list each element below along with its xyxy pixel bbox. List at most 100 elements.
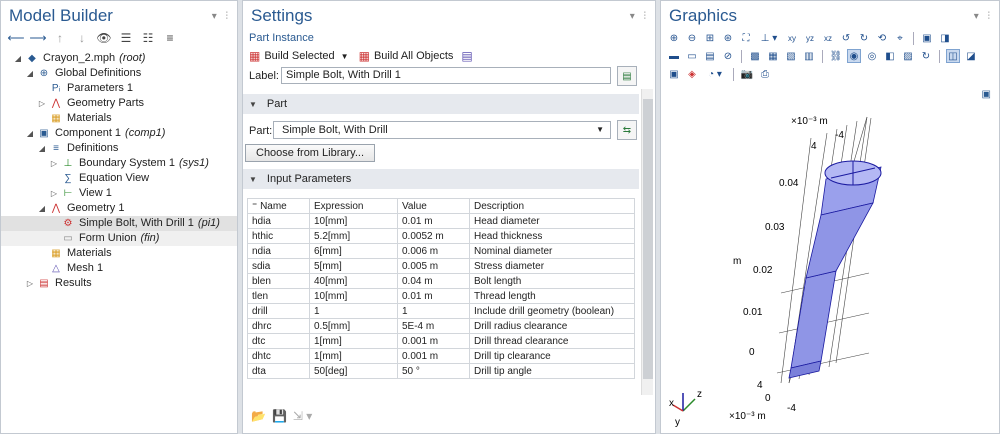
table-row[interactable]: tlen 10[mm] 0.01 m Thread length bbox=[247, 288, 635, 304]
table-row[interactable]: sdia 5[mm] 0.005 m Stress diameter bbox=[247, 258, 635, 274]
table-row[interactable]: blen 40[mm] 0.04 m Bolt length bbox=[247, 273, 635, 289]
table-cell[interactable]: 5.2[mm] bbox=[309, 228, 398, 244]
panel-menu-icon[interactable]: ▾ ⫶ bbox=[974, 11, 993, 22]
zoom-box-icon[interactable]: ⊞ bbox=[703, 31, 717, 45]
table-cell[interactable]: 40[mm] bbox=[309, 273, 398, 289]
invert-selection-icon[interactable]: ▧ bbox=[784, 49, 798, 63]
table-cell[interactable]: 10[mm] bbox=[309, 213, 398, 229]
tree-expand-arrow-icon[interactable]: ▷ bbox=[25, 276, 35, 291]
clear-selection-icon[interactable]: ▩ bbox=[748, 49, 762, 63]
tree-node[interactable]: ▷ ⊢ View 1 bbox=[1, 186, 237, 201]
expand-all-icon[interactable]: ☰ bbox=[119, 31, 133, 45]
tree-expand-arrow-icon[interactable]: ▷ bbox=[49, 186, 59, 201]
zoom-selected-icon[interactable]: ⊛ bbox=[721, 31, 735, 45]
wireframe-icon[interactable]: ⛓ bbox=[829, 49, 843, 63]
table-cell[interactable]: 1[mm] bbox=[309, 333, 398, 349]
tree-node[interactable]: △ Mesh 1 bbox=[1, 261, 237, 276]
tree-expand-arrow-icon[interactable]: ◢ bbox=[37, 201, 47, 216]
axis-orientation-icon[interactable]: ⊥ ▾ bbox=[757, 31, 781, 45]
lighting-icon[interactable]: ◧ bbox=[883, 49, 897, 63]
view-xz-icon[interactable]: xz bbox=[821, 31, 835, 45]
label-input[interactable]: Simple Bolt, With Drill 1 bbox=[281, 67, 611, 84]
tree-node[interactable]: ◢ ≡ Definitions bbox=[1, 141, 237, 156]
table-cell[interactable]: 1[mm] bbox=[309, 348, 398, 364]
table-cell[interactable]: 1 bbox=[309, 303, 398, 319]
table-row[interactable]: drill 1 1 Include drill geometry (boolean) bbox=[247, 303, 635, 319]
part-section-header[interactable]: ▼ Part bbox=[243, 94, 639, 114]
table-options-icon[interactable]: ▤ bbox=[461, 49, 472, 63]
column-header[interactable]: ⁼ Name bbox=[247, 198, 310, 214]
table-cell[interactable]: 5[mm] bbox=[309, 258, 398, 274]
scene-light-icon[interactable]: ▨ bbox=[901, 49, 915, 63]
zoom-in-icon[interactable]: ⊕ bbox=[667, 31, 681, 45]
tree-node[interactable]: ⚙ Simple Bolt, With Drill 1 (pi1) bbox=[1, 216, 237, 231]
table-cell[interactable]: 10[mm] bbox=[309, 288, 398, 304]
table-row[interactable]: dtc 1[mm] 0.001 m Drill thread clearance bbox=[247, 333, 635, 349]
sort-icon[interactable]: ⁼ bbox=[252, 201, 260, 212]
choose-from-library-button[interactable]: Choose from Library... bbox=[245, 144, 376, 162]
table-row[interactable]: ndia 6[mm] 0.006 m Nominal diameter bbox=[247, 243, 635, 259]
tree-node[interactable]: ▦ Materials bbox=[1, 246, 237, 261]
tree-options-icon[interactable]: ≡ bbox=[163, 31, 177, 45]
build-selected-button[interactable]: Build Selected bbox=[264, 50, 334, 62]
tree-node[interactable]: Pᵢ Parameters 1 bbox=[1, 81, 237, 96]
build-all-button[interactable]: Build All Objects bbox=[374, 50, 453, 62]
select-edges-icon[interactable]: ▭ bbox=[685, 49, 699, 63]
select-points-icon[interactable]: ▤ bbox=[703, 49, 717, 63]
table-row[interactable]: dhrc 0.5[mm] 5E-4 m Drill radius clearance bbox=[247, 318, 635, 334]
reset-view-icon[interactable]: ⟲ bbox=[875, 31, 889, 45]
axis-icon[interactable]: ◪ bbox=[964, 49, 978, 63]
image-icon[interactable]: ▣ bbox=[667, 67, 681, 81]
tree-node[interactable]: ▷ ▤ Results bbox=[1, 276, 237, 291]
move-down-icon[interactable]: ↓ bbox=[75, 31, 89, 45]
print-icon[interactable]: ⎙ bbox=[758, 67, 772, 81]
tree-expand-arrow-icon[interactable]: ◢ bbox=[37, 141, 47, 156]
show-physics-icon[interactable]: ◈ bbox=[685, 67, 699, 81]
zoom-extents-icon[interactable]: ⛶ bbox=[739, 31, 753, 45]
part-select[interactable]: Simple Bolt, With Drill ▼ bbox=[273, 121, 611, 139]
tree-node[interactable]: ◢ ▣ Component 1 (comp1) bbox=[1, 126, 237, 141]
scrollbar-thumb[interactable] bbox=[643, 99, 653, 379]
settings-scrollbar[interactable] bbox=[641, 89, 653, 395]
column-header[interactable]: Description bbox=[469, 198, 635, 214]
hide-icon[interactable]: ▥ bbox=[802, 49, 816, 63]
save-icon[interactable]: 💾 bbox=[272, 409, 287, 423]
table-cell[interactable]: 6[mm] bbox=[309, 243, 398, 259]
column-header[interactable]: Value bbox=[397, 198, 470, 214]
bolt-model[interactable] bbox=[788, 160, 882, 379]
label-edit-button[interactable]: ▤ bbox=[617, 66, 637, 86]
tree-node[interactable]: ▦ Materials bbox=[1, 111, 237, 126]
tree-expand-arrow-icon[interactable]: ◢ bbox=[25, 126, 35, 141]
camera-settings-icon[interactable]: ◔ ▾ bbox=[703, 67, 727, 81]
tree-node[interactable]: ◢ ◆ Crayon_2.mph (root) bbox=[1, 51, 237, 66]
transparency-icon[interactable]: ◉ bbox=[847, 49, 861, 63]
rotate-right-icon[interactable]: ↻ bbox=[857, 31, 871, 45]
tree-expand-arrow-icon[interactable]: ▷ bbox=[37, 96, 47, 111]
view-xy-icon[interactable]: xy bbox=[785, 31, 799, 45]
graphics-canvas[interactable]: ×10⁻³ m -4 4 0.04 0.03 m 0.02 0.01 0 4 0… bbox=[661, 93, 999, 433]
default-view-icon[interactable]: ⌖ bbox=[893, 31, 907, 45]
screenshot-icon[interactable]: 📷 bbox=[740, 67, 754, 81]
table-row[interactable]: dta 50[deg] 50 ° Drill tip angle bbox=[247, 363, 635, 379]
tree-node[interactable]: ∑ Equation View bbox=[1, 171, 237, 186]
build-selected-dropdown-icon[interactable]: ▼ bbox=[341, 52, 349, 61]
tree-node[interactable]: ▷ ⋀ Geometry Parts bbox=[1, 96, 237, 111]
view-yz-icon[interactable]: yz bbox=[803, 31, 817, 45]
table-cell[interactable]: 0.5[mm] bbox=[309, 318, 398, 334]
table-row[interactable]: hthic 5.2[mm] 0.0052 m Head thickness bbox=[247, 228, 635, 244]
select-objects-icon[interactable]: ▣ bbox=[920, 31, 934, 45]
tree-node[interactable]: ◢ ⊕ Global Definitions bbox=[1, 66, 237, 81]
tree-expand-arrow-icon[interactable]: ▷ bbox=[49, 156, 59, 171]
refresh-icon[interactable]: ↻ bbox=[919, 49, 933, 63]
render-icon[interactable]: ◎ bbox=[865, 49, 879, 63]
panel-menu-icon[interactable]: ▾ ⫶ bbox=[212, 11, 231, 22]
select-boundaries-icon[interactable]: ▬ bbox=[667, 49, 681, 63]
tree-node[interactable]: ◢ ⋀ Geometry 1 bbox=[1, 201, 237, 216]
open-file-icon[interactable]: 📂 bbox=[251, 409, 266, 423]
collapse-all-icon[interactable]: ☷ bbox=[141, 31, 155, 45]
table-row[interactable]: hdia 10[mm] 0.01 m Head diameter bbox=[247, 213, 635, 229]
table-row[interactable]: dhtc 1[mm] 0.001 m Drill tip clearance bbox=[247, 348, 635, 364]
zoom-out-icon[interactable]: ⊖ bbox=[685, 31, 699, 45]
export-icon[interactable]: ⇲ ▾ bbox=[293, 409, 312, 423]
tree-node[interactable]: ▭ Form Union (fin) bbox=[1, 231, 237, 246]
